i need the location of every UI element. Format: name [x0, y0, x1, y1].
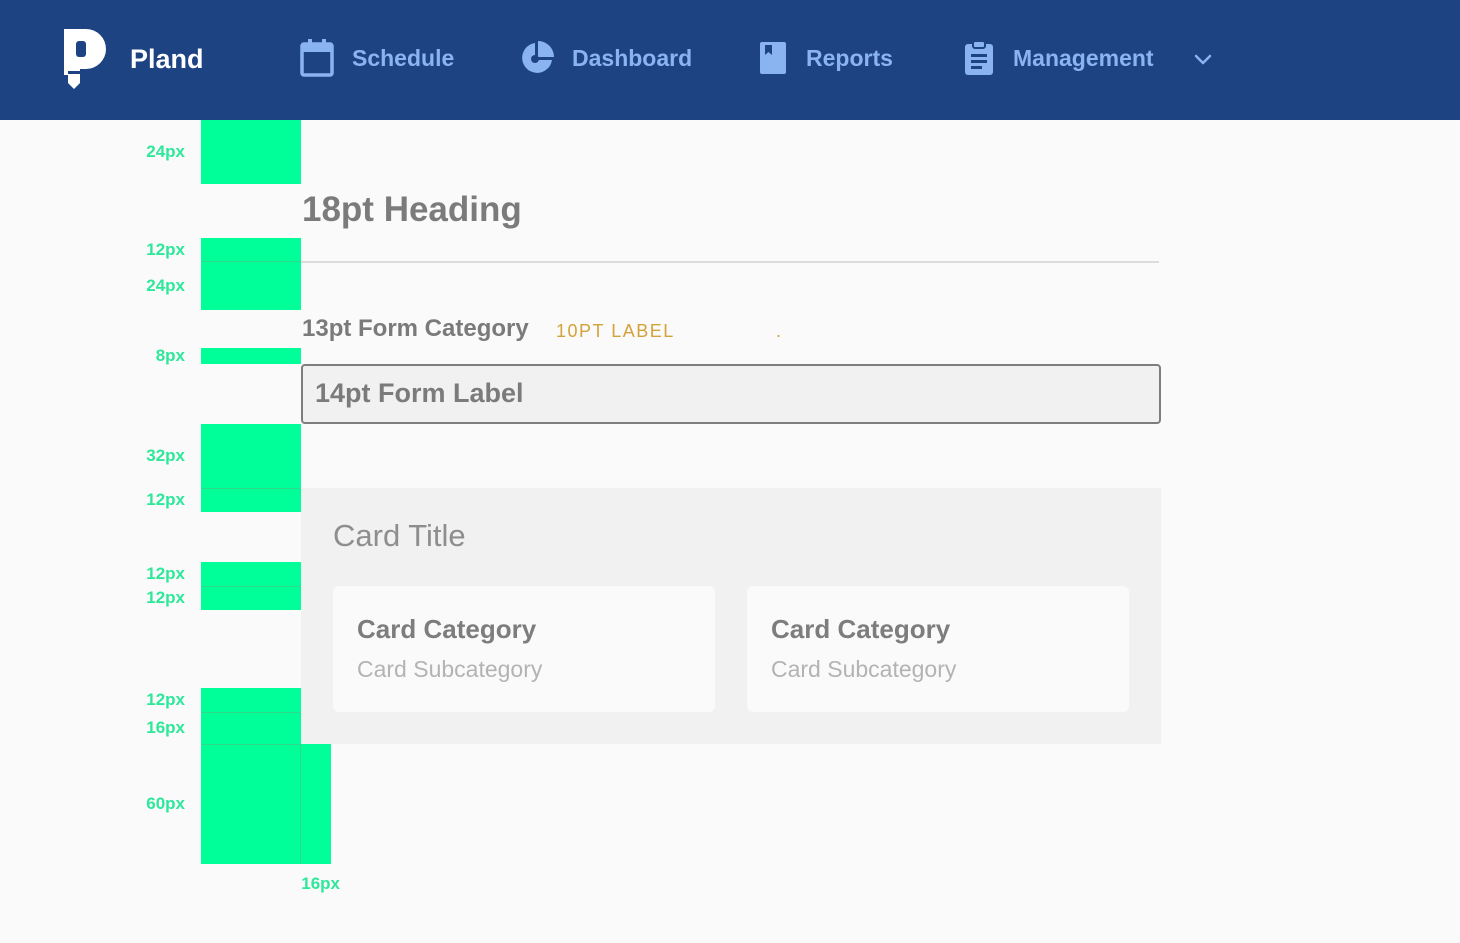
spacing-label: 8px [155, 346, 185, 365]
spacing-guide-horizontal [301, 744, 331, 864]
calendar-icon [300, 39, 334, 77]
form-input-value[interactable]: 14pt Form Label [315, 378, 524, 409]
spacing-guide-top [201, 120, 301, 184]
pie-chart-icon [522, 41, 554, 73]
spacing-guide-card-top-line [201, 488, 301, 489]
nav-label-reports: Reports [806, 44, 893, 71]
spacing-label: 12px [146, 564, 185, 583]
card-item-subcategory: Card Subcategory [357, 656, 543, 682]
nav-label-dashboard: Dashboard [572, 44, 693, 71]
card-item[interactable] [333, 586, 715, 712]
form-category-label: 13pt Form Category [302, 315, 529, 342]
spacing-guide-card-bottom-line-2 [201, 744, 301, 745]
nav-item-schedule[interactable]: Schedule [300, 38, 454, 78]
nav-item-reports[interactable]: Reports [758, 38, 893, 78]
nav-label-schedule: Schedule [352, 44, 455, 71]
spacing-label: 24px [146, 276, 185, 295]
pland-logo-icon[interactable] [62, 27, 108, 91]
spacing-guide-vertical-line [300, 744, 301, 864]
spacing-label: 12px [146, 490, 185, 509]
spacing-label: 12px [146, 690, 185, 709]
spacing-label: 32px [146, 446, 185, 465]
heading-divider [301, 261, 1159, 263]
spacing-guide-card-top [201, 424, 301, 512]
small-label: 10PT LABEL [556, 321, 675, 341]
spacing-label: 12px [146, 240, 185, 259]
spacing-guide-form-gap [201, 348, 301, 364]
spacing-guide-divider-line [201, 261, 301, 262]
spacing-label: 16px [301, 874, 340, 893]
spacing-guide-card-bottom [201, 688, 301, 864]
top-nav-bar: Pland Schedule Dashboard Reports Managem… [0, 0, 1460, 120]
small-dot: . [776, 321, 782, 341]
card-item-subcategory: Card Subcategory [771, 656, 957, 682]
spacing-label: 60px [146, 794, 185, 813]
spacing-guide-card-inner-line [201, 586, 301, 587]
spacing-label: 24px [146, 142, 185, 161]
spacing-label: 16px [146, 718, 185, 737]
nav-item-dashboard[interactable]: Dashboard [520, 38, 692, 78]
chevron-down-icon[interactable] [1192, 48, 1214, 70]
book-icon [760, 42, 786, 74]
card-item-category: Card Category [771, 614, 951, 644]
spacing-guide-card-bottom-line-1 [201, 712, 301, 713]
card-title: Card Title [333, 518, 466, 553]
page-heading: 18pt Heading [302, 190, 522, 229]
card-item-category: Card Category [357, 614, 537, 644]
clipboard-icon [965, 40, 993, 75]
spacing-label: 12px [146, 588, 185, 607]
spacing-guide-heading-bottom [201, 238, 301, 310]
card-item[interactable] [747, 586, 1129, 712]
brand-name[interactable]: Pland [130, 44, 204, 75]
nav-item-management[interactable]: Management [963, 38, 1154, 78]
nav-label-management: Management [1013, 44, 1154, 71]
